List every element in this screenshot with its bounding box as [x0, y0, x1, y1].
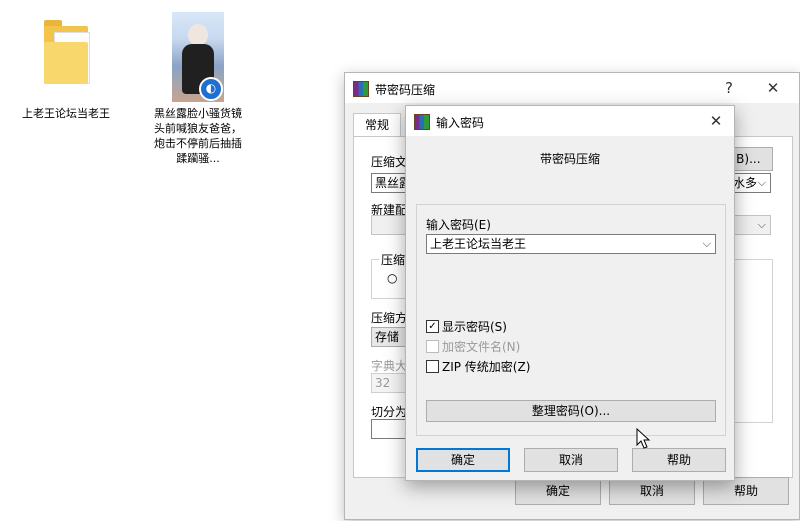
- video-thumbnail-icon: ◐: [172, 12, 224, 102]
- show-password-checkbox[interactable]: ✓: [426, 320, 439, 333]
- password-dialog-title: 输入密码: [436, 116, 485, 130]
- ok-button[interactable]: 确定: [416, 448, 510, 472]
- winrar-icon: [414, 114, 430, 130]
- options-panel: [729, 259, 773, 423]
- folder-icon: [36, 14, 96, 90]
- archive-dialog-titlebar: 带密码压缩 ? ✕: [345, 73, 799, 103]
- method-label: 压缩方: [371, 311, 408, 325]
- video-file-label: 黑丝露脸小骚货镜头前喊狼友爸爸，炮击不停前后抽插蹂躏骚...: [154, 107, 242, 165]
- zip-legacy-checkbox[interactable]: [426, 360, 439, 373]
- winrar-icon: [353, 81, 369, 97]
- help-icon[interactable]: ?: [719, 78, 739, 98]
- cancel-button[interactable]: 取消: [524, 448, 618, 472]
- encrypt-names-label: 加密文件名(N): [442, 340, 521, 354]
- desktop-video-file[interactable]: ◐ 黑丝露脸小骚货镜头前喊狼友爸爸，炮击不停前后抽插蹂躏骚...: [152, 12, 244, 166]
- radio-option[interactable]: ○: [387, 271, 397, 285]
- chevron-down-icon: ⌵: [757, 176, 766, 189]
- password-dialog-titlebar: 输入密码 ✕: [406, 106, 734, 136]
- show-password-label: 显示密码(S): [442, 320, 507, 334]
- close-icon[interactable]: ✕: [706, 111, 726, 131]
- dict-label: 字典大: [371, 359, 408, 373]
- compress-group-label: 压缩: [379, 251, 408, 268]
- archive-name-label: 压缩文: [371, 155, 408, 169]
- back-ok-button[interactable]: 确定: [515, 477, 601, 505]
- folder-label: 上老王论坛当老王: [22, 107, 110, 120]
- update-mode-select[interactable]: 水多 ⌵: [729, 173, 771, 193]
- password-label: 输入密码(E): [426, 218, 491, 232]
- chevron-down-icon[interactable]: ⌵: [703, 235, 711, 253]
- password-input[interactable]: 上老王论坛当老王 ⌵: [426, 234, 716, 254]
- player-badge-icon: ◐: [199, 77, 223, 101]
- help-button[interactable]: 帮助: [632, 448, 726, 472]
- chevron-down-icon: ⌵: [757, 218, 766, 231]
- organize-passwords-button[interactable]: 整理密码(O)...: [426, 400, 716, 422]
- close-icon[interactable]: ✕: [763, 78, 783, 98]
- password-dialog: 输入密码 ✕ 带密码压缩 输入密码(E) 上老王论坛当老王 ⌵ ✓ 显示密码(S…: [405, 105, 735, 481]
- archive-dialog-title: 带密码压缩: [375, 83, 436, 97]
- back-help-button[interactable]: 帮助: [703, 477, 789, 505]
- back-cancel-button[interactable]: 取消: [609, 477, 695, 505]
- split-label: 切分为: [371, 405, 408, 419]
- encrypt-names-checkbox: [426, 340, 439, 353]
- desktop-folder[interactable]: 上老王论坛当老王: [20, 14, 112, 121]
- zip-legacy-label: ZIP 传统加密(Z): [442, 360, 531, 374]
- dialog-subtitle: 带密码压缩: [539, 152, 600, 166]
- mouse-cursor-icon: [636, 428, 651, 449]
- tab-general[interactable]: 常规: [353, 113, 401, 136]
